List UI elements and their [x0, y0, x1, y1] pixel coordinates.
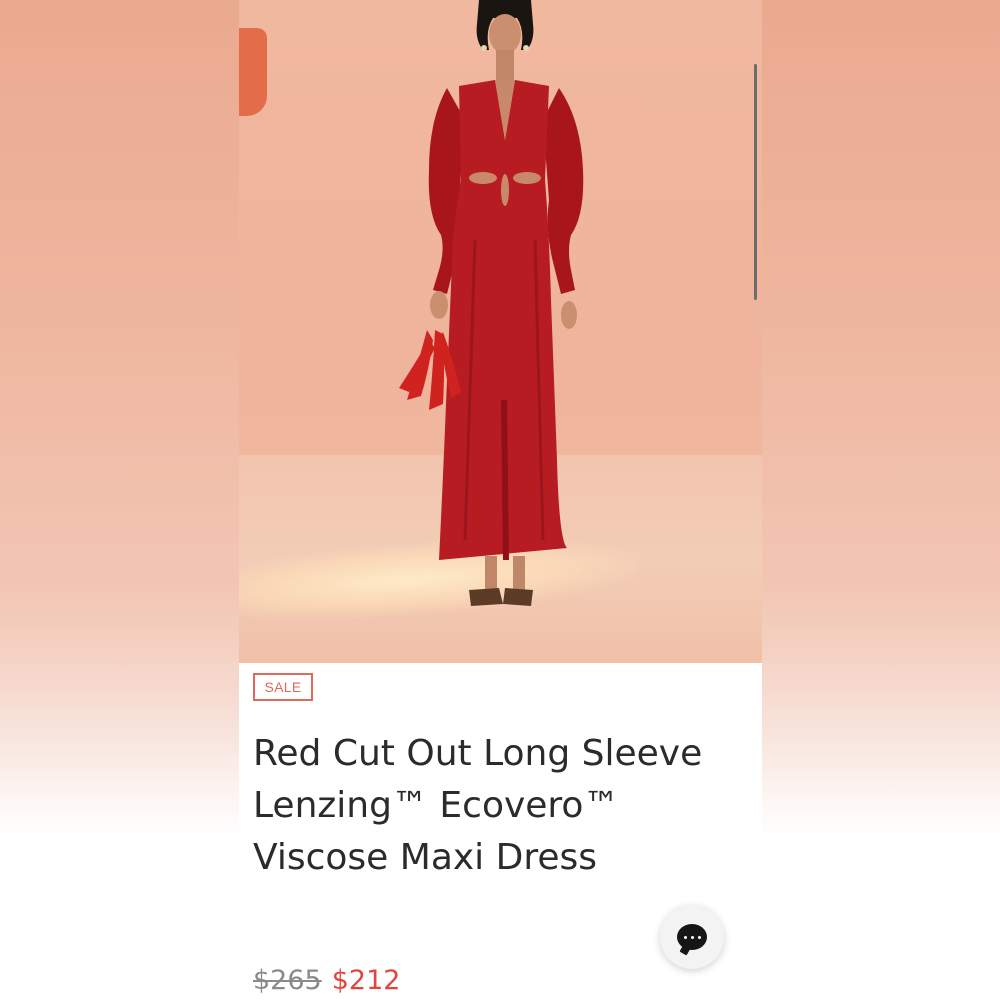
- scrollbar[interactable]: [754, 64, 757, 300]
- price-row: $265 $212: [253, 962, 400, 1000]
- sale-price: $212: [331, 965, 401, 996]
- chat-button[interactable]: [660, 905, 724, 969]
- background-blur-left: [0, 0, 239, 1000]
- product-title: Red Cut Out Long Sleeve Lenzing™ Ecovero…: [253, 733, 703, 878]
- previous-image-sliver[interactable]: [239, 28, 267, 116]
- model-in-dress: [399, 0, 584, 606]
- background-blur-right: [762, 0, 1000, 1000]
- product-page: SALE Red Cut Out Long Sleeve Lenzing™ Ec…: [239, 0, 762, 1000]
- sale-badge: SALE: [253, 673, 313, 701]
- original-price: $265: [253, 965, 322, 996]
- product-image[interactable]: [239, 0, 762, 663]
- chat-bubble-icon: [677, 924, 707, 950]
